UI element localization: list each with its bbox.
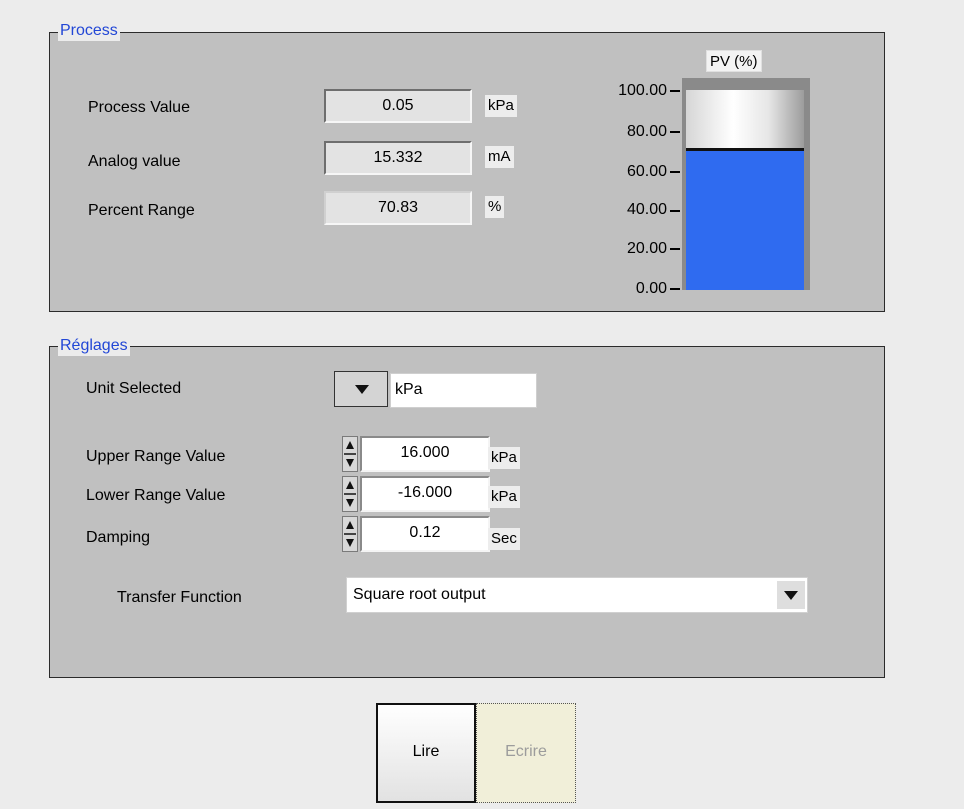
unit-selected-label: Unit Selected [86,380,182,397]
chevron-down-icon [355,385,369,394]
read-button-label: Lire [412,743,440,760]
transfer-function-select[interactable]: Square root output [346,577,808,613]
lower-range-stepper[interactable] [342,476,358,512]
percent-range-unit: % [485,196,505,218]
upper-range-unit: kPa [488,447,520,469]
unit-selected-field[interactable]: kPa [390,373,537,408]
gauge-tick-label: 0.00 [635,280,667,297]
unit-dropdown-button[interactable] [334,371,388,407]
arrow-up-icon [346,441,354,449]
gauge-track [686,90,804,290]
gauge-tick-label: 40.00 [626,201,667,218]
percent-range-indicator: 70.83 [324,191,472,225]
gauge-tick-label: 100.00 [618,82,667,99]
percent-range-label: Percent Range [88,202,195,219]
process-value-label: Process Value [88,99,190,116]
gauge-title: PV (%) [706,50,762,72]
gauge-tick-marks [670,84,682,294]
dropdown-button[interactable] [777,581,805,609]
process-value-unit: kPa [485,95,517,117]
lower-range-input[interactable]: -16.000 [360,476,490,512]
arrow-up-icon [346,481,354,489]
transfer-function-label: Transfer Function [117,589,242,606]
settings-legend: Réglages [58,336,130,356]
gauge-tick-label: 60.00 [626,163,667,180]
lower-range-label: Lower Range Value [86,487,226,504]
chevron-down-icon [784,591,798,600]
arrow-down-icon [346,499,354,507]
upper-range-label: Upper Range Value [86,448,226,465]
process-value-indicator: 0.05 [324,89,472,123]
gauge-tick-label: 80.00 [626,123,667,140]
arrow-down-icon [346,539,354,547]
write-button[interactable]: Ecrire [476,703,576,803]
damping-unit: Sec [488,528,520,550]
transfer-function-value: Square root output [353,586,486,603]
read-button[interactable]: Lire [376,703,476,803]
damping-label: Damping [86,529,151,546]
write-button-label: Ecrire [505,743,547,760]
analog-value-indicator: 15.332 [324,141,472,175]
process-legend: Process [58,21,120,41]
analog-value-label: Analog value [88,153,181,170]
damping-stepper[interactable] [342,516,358,552]
pv-gauge [682,78,810,290]
analog-value-unit: mA [485,146,514,168]
upper-range-stepper[interactable] [342,436,358,472]
arrow-down-icon [346,459,354,467]
arrow-up-icon [346,521,354,529]
damping-input[interactable]: 0.12 [360,516,490,552]
gauge-fill [686,148,804,290]
upper-range-input[interactable]: 16.000 [360,436,490,472]
gauge-tick-label: 20.00 [626,240,667,257]
lower-range-unit: kPa [488,486,520,508]
